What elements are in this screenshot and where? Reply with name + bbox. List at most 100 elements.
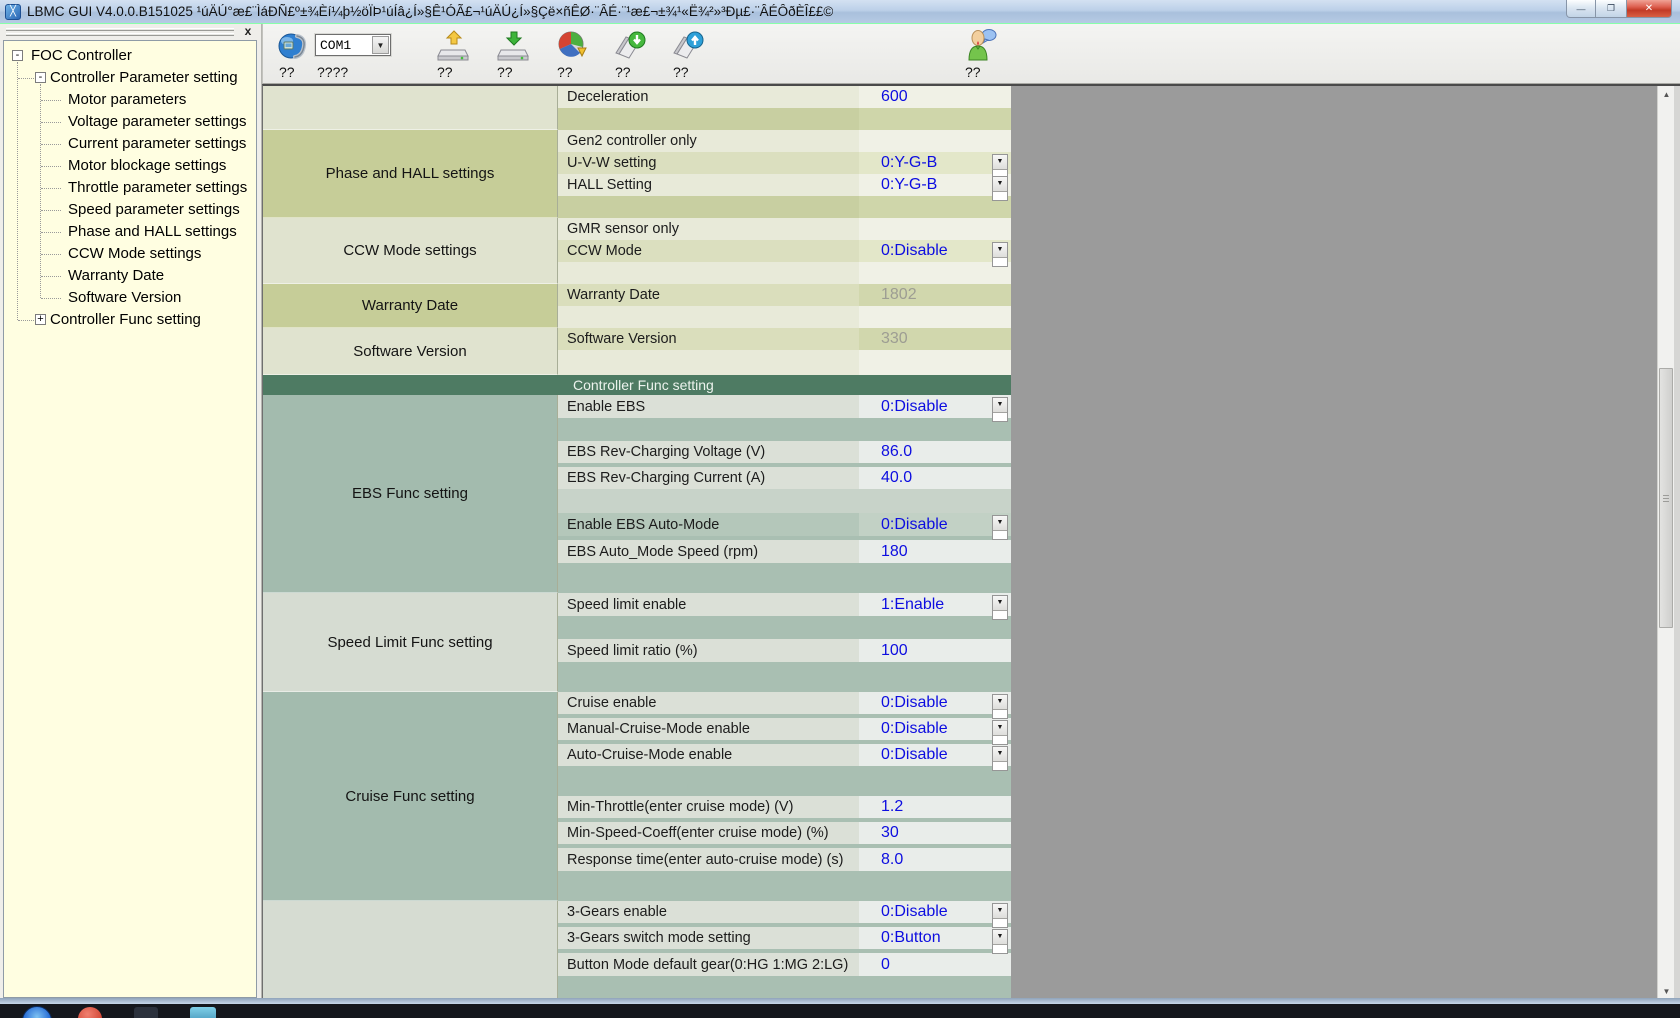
- value-dropdown-button[interactable]: ▼: [992, 720, 1008, 745]
- parameter-value[interactable]: 0:Disable: [859, 720, 948, 738]
- value-dropdown-button[interactable]: ▼: [992, 903, 1008, 928]
- parameter-value[interactable]: 1.2: [859, 798, 903, 816]
- spacer-row: [558, 563, 1011, 593]
- parameter-value[interactable]: 1:Enable: [859, 596, 944, 614]
- parameter-value[interactable]: 86.0: [859, 443, 912, 461]
- parameter-value-cell[interactable]: 0:Disable▼: [859, 513, 1011, 536]
- parameter-value[interactable]: 100: [859, 642, 908, 660]
- tree-item-speed-parameter-settings[interactable]: Speed parameter settings: [4, 199, 256, 221]
- tree-item-phase-and-hall-settings[interactable]: Phase and HALL settings: [4, 221, 256, 243]
- sync-button[interactable]: ??: [555, 28, 589, 80]
- parameter-value-cell[interactable]: 0:Disable▼: [859, 718, 1011, 740]
- taskbar-app-icon[interactable]: [190, 1007, 216, 1018]
- sidebar-close-icon[interactable]: x: [241, 25, 255, 39]
- tree-item-motor-blockage-settings[interactable]: Motor blockage settings: [4, 155, 256, 177]
- scroll-down-icon[interactable]: ▼: [1658, 983, 1675, 998]
- parameter-value[interactable]: 0:Disable: [859, 398, 948, 416]
- parameter-value-cell[interactable]: 0:Disable▼: [859, 692, 1011, 714]
- parameter-row: Enable EBS Auto-Mode0:Disable▼: [558, 513, 1011, 536]
- scrollbar-thumb[interactable]: [1659, 368, 1673, 628]
- parameter-client-area: Deceleration600Phase and HALL settingsGe…: [262, 84, 1680, 998]
- save-file-button[interactable]: ??: [613, 28, 649, 80]
- parameter-value[interactable]: 0:Disable: [859, 516, 948, 534]
- connect-button[interactable]: ??: [277, 28, 311, 80]
- value-dropdown-button[interactable]: ▼: [992, 397, 1008, 422]
- parameter-value-cell[interactable]: 30: [859, 822, 1011, 844]
- parameter-label-cell: [558, 108, 859, 130]
- table-section: Warranty DateWarranty Date1802: [263, 284, 1011, 328]
- close-button[interactable]: ✕: [1626, 0, 1672, 18]
- parameter-value[interactable]: 30: [859, 824, 899, 842]
- parameter-value[interactable]: 600: [859, 88, 908, 106]
- scroll-up-icon[interactable]: ▲: [1658, 86, 1675, 103]
- maximize-button[interactable]: ❐: [1596, 0, 1626, 18]
- tree-item-controller-func-setting[interactable]: +Controller Func setting: [4, 309, 256, 331]
- parameter-value-cell[interactable]: 0:Button▼: [859, 927, 1011, 949]
- com-port-dropdown-icon[interactable]: ▼: [372, 36, 389, 54]
- write-drive-button[interactable]: ??: [495, 28, 531, 80]
- sidebar-grip[interactable]: [6, 28, 234, 38]
- parameter-value-cell[interactable]: 1.2: [859, 796, 1011, 818]
- value-dropdown-button[interactable]: ▼: [992, 515, 1008, 540]
- parameter-value-cell[interactable]: 0:Y-G-B▼: [859, 174, 1011, 196]
- parameter-value-cell[interactable]: 0: [859, 953, 1011, 976]
- parameter-value[interactable]: 0:Button: [859, 929, 941, 947]
- parameter-value-cell[interactable]: 0:Disable▼: [859, 744, 1011, 766]
- value-dropdown-button[interactable]: ▼: [992, 242, 1008, 267]
- com-port-select[interactable]: COM1 ▼ ????: [315, 28, 391, 80]
- value-dropdown-button[interactable]: ▼: [992, 176, 1008, 201]
- parameter-value-cell[interactable]: 100: [859, 639, 1011, 662]
- value-dropdown-button[interactable]: ▼: [992, 694, 1008, 719]
- load-file-button[interactable]: ??: [671, 28, 707, 80]
- collapse-icon[interactable]: -: [12, 50, 23, 61]
- tree-item-software-version[interactable]: Software Version: [4, 287, 256, 309]
- expand-icon[interactable]: +: [35, 314, 46, 325]
- parameter-value[interactable]: 8.0: [859, 851, 903, 869]
- parameter-value-cell[interactable]: 8.0: [859, 848, 1011, 871]
- read-drive-button[interactable]: ??: [435, 28, 471, 80]
- collapse-icon[interactable]: -: [35, 72, 46, 83]
- tree-item-throttle-parameter-settings[interactable]: Throttle parameter settings: [4, 177, 256, 199]
- start-button[interactable]: [22, 1006, 52, 1018]
- parameter-value[interactable]: 40.0: [859, 469, 912, 487]
- parameter-value-cell[interactable]: 40.0: [859, 467, 1011, 489]
- section-category-cell: CCW Mode settings: [263, 218, 558, 284]
- user-button[interactable]: ??: [963, 28, 999, 80]
- parameter-value-cell[interactable]: 0:Disable▼: [859, 240, 1011, 262]
- parameter-value[interactable]: 0:Disable: [859, 903, 948, 921]
- table-section: CCW Mode settingsGMR sensor onlyCCW Mode…: [263, 218, 1011, 284]
- parameter-value-cell[interactable]: 1:Enable▼: [859, 593, 1011, 616]
- parameter-row: EBS Auto_Mode Speed (rpm)180: [558, 540, 1011, 563]
- value-dropdown-button[interactable]: ▼: [992, 595, 1008, 620]
- value-dropdown-button[interactable]: ▼: [992, 929, 1008, 954]
- value-dropdown-button[interactable]: ▼: [992, 746, 1008, 771]
- parameter-value[interactable]: 0:Disable: [859, 694, 948, 712]
- tree-item-ccw-mode-settings[interactable]: CCW Mode settings: [4, 243, 256, 265]
- parameter-value-cell[interactable]: 86.0: [859, 441, 1011, 463]
- parameter-value-cell[interactable]: 0:Disable▼: [859, 395, 1011, 418]
- tree-item-voltage-parameter-settings[interactable]: Voltage parameter settings: [4, 111, 256, 133]
- vertical-scrollbar[interactable]: ▲ ▼: [1657, 86, 1674, 998]
- parameter-value[interactable]: 0:Disable: [859, 242, 948, 260]
- parameter-value[interactable]: 0: [859, 956, 890, 974]
- taskbar-app-icon[interactable]: [78, 1007, 102, 1018]
- parameter-value[interactable]: 180: [859, 543, 908, 561]
- tree-item-controller-parameter-setting[interactable]: -Controller Parameter setting: [4, 67, 256, 89]
- parameter-value[interactable]: 0:Disable: [859, 746, 948, 764]
- taskbar-app-icon[interactable]: [134, 1007, 158, 1018]
- parameter-label-cell: Speed limit enable: [558, 593, 859, 616]
- tree-item-motor-parameters[interactable]: Motor parameters: [4, 89, 256, 111]
- tree-item-warranty-date[interactable]: Warranty Date: [4, 265, 256, 287]
- minimize-button[interactable]: —: [1566, 0, 1596, 18]
- parameter-value-cell[interactable]: 0:Disable▼: [859, 901, 1011, 923]
- table-section: Software VersionSoftware Version330: [263, 328, 1011, 375]
- tree-item-foc-controller[interactable]: -FOC Controller: [4, 45, 256, 67]
- parameter-value-cell[interactable]: 0:Y-G-B▼: [859, 152, 1011, 174]
- parameter-value[interactable]: 0:Y-G-B: [859, 176, 937, 194]
- parameter-value[interactable]: 0:Y-G-B: [859, 154, 937, 172]
- parameter-value-cell[interactable]: 600: [859, 86, 1011, 108]
- parameter-value-cell[interactable]: 180: [859, 540, 1011, 563]
- spacer-row: [558, 871, 1011, 901]
- com-port-combobox[interactable]: COM1 ▼: [315, 34, 391, 56]
- tree-item-current-parameter-settings[interactable]: Current parameter settings: [4, 133, 256, 155]
